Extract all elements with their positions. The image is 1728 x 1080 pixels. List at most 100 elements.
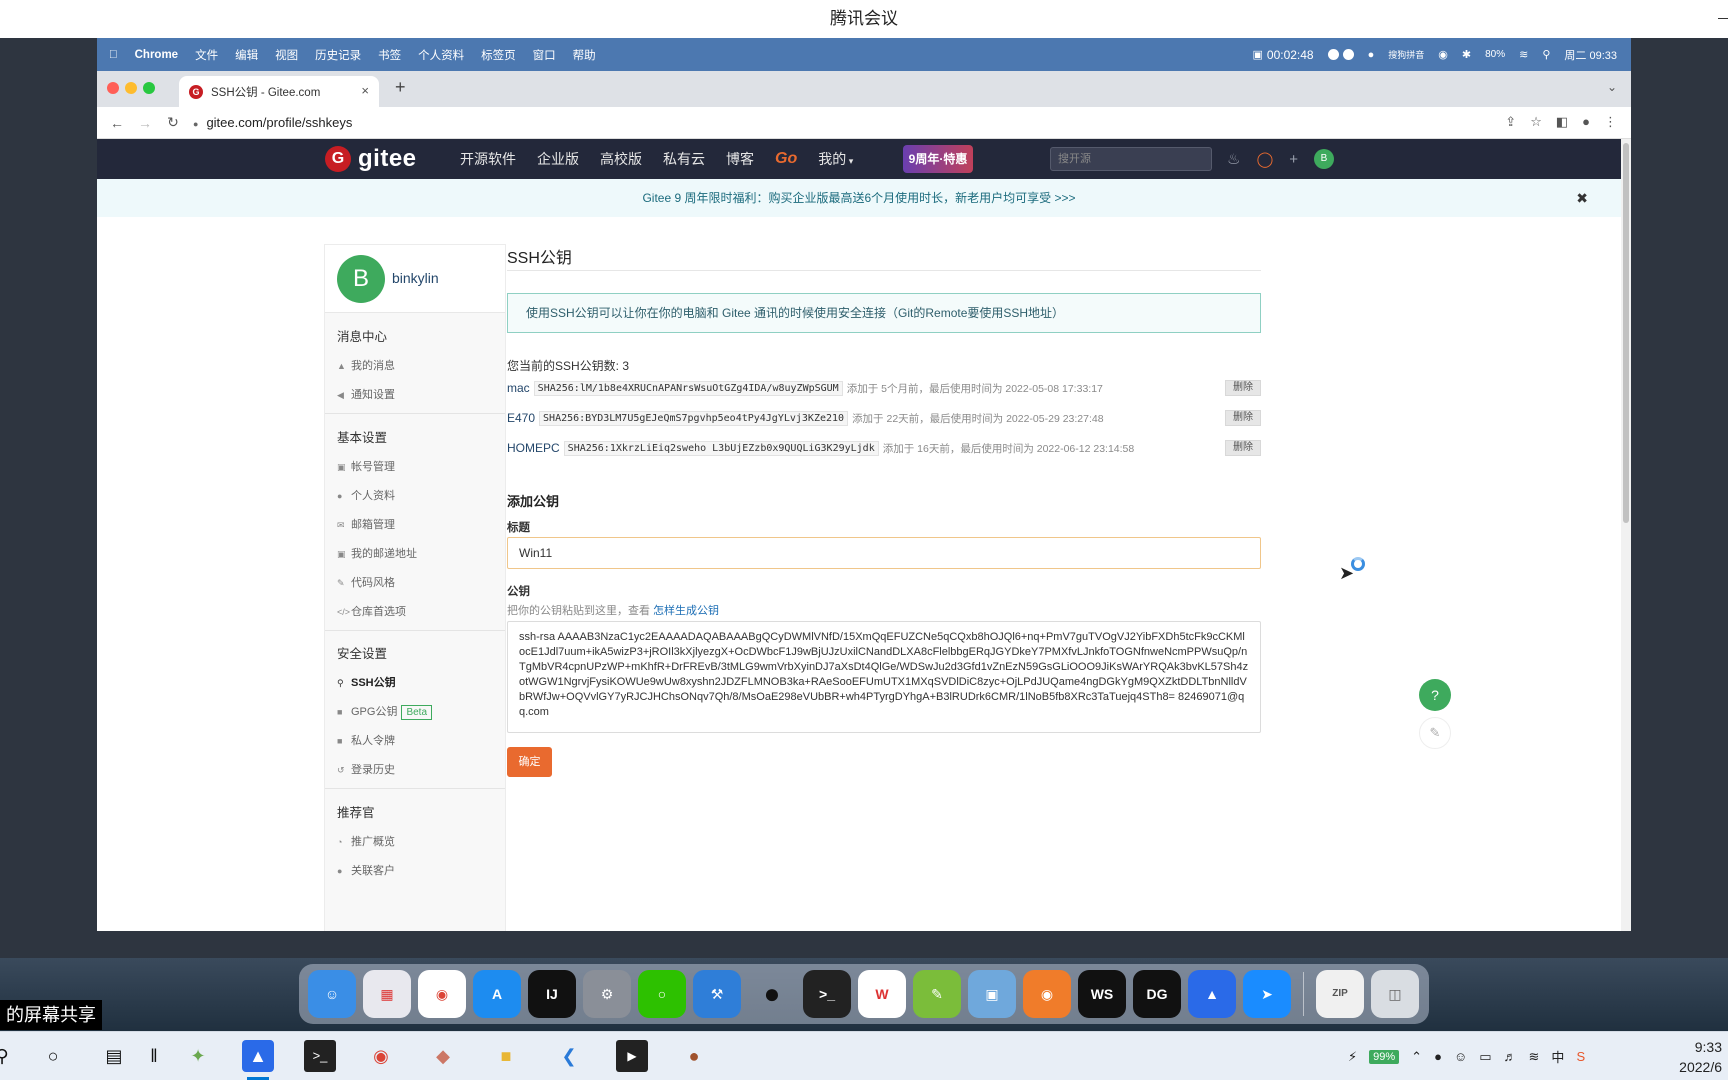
sidebar-item-login-history[interactable]: ↺ 登录历史 — [337, 761, 395, 777]
datagrip-icon[interactable]: DG — [1133, 970, 1181, 1018]
taskbar-app-icon[interactable]: ‖ — [138, 1040, 170, 1072]
sidebar-item-my-messages[interactable]: ▲ 我的消息 — [337, 357, 395, 373]
avatar[interactable]: B — [337, 255, 385, 303]
battery-tray-icon[interactable]: ▭ — [1479, 1049, 1491, 1065]
wps-icon[interactable]: W — [858, 970, 906, 1018]
vscode-icon[interactable]: ❮ — [553, 1040, 585, 1072]
sogou-icon[interactable]: S — [1576, 1049, 1585, 1064]
sidebar-item-code-style[interactable]: ✎ 代码风格 — [337, 574, 395, 590]
page-scrollbar[interactable] — [1621, 139, 1631, 931]
forward-icon[interactable]: → — [137, 115, 153, 131]
bluetooth-icon[interactable]: ✱ — [1462, 48, 1471, 61]
close-notice-icon[interactable]: ✖ — [1576, 179, 1588, 217]
sidebar-item-repo-preferences[interactable]: </>仓库首选项 — [337, 603, 406, 619]
gitee-logo[interactable]: G gitee — [325, 145, 417, 173]
nav-enterprise[interactable]: 企业版 — [537, 149, 579, 169]
webstorm-icon[interactable]: WS — [1078, 970, 1126, 1018]
task-view-icon[interactable]: ▤ — [98, 1040, 130, 1072]
promo-text[interactable]: Gitee 9 周年限时福利：购买企业版最高送6个月使用时长，新老用户均可享受 … — [642, 191, 1075, 205]
reload-icon[interactable]: ↻ — [165, 114, 181, 131]
pause-icon[interactable] — [1327, 49, 1339, 60]
notification-bell-icon[interactable]: ● — [1368, 49, 1375, 61]
help-button[interactable]: ? — [1419, 679, 1451, 711]
app-store-icon[interactable]: A — [473, 970, 521, 1018]
search-input[interactable]: 搜开源 — [1050, 147, 1212, 171]
ime-indicator[interactable]: 中 — [1551, 1047, 1564, 1066]
qq-tray-icon[interactable]: ☺ — [1454, 1049, 1467, 1064]
sidebar-item-profile[interactable]: ● 个人资料 — [337, 487, 395, 503]
chevron-up-icon[interactable]: ⌃ — [1411, 1049, 1422, 1065]
menu-view[interactable]: 视图 — [275, 47, 298, 63]
intellij-icon[interactable]: IJ — [528, 970, 576, 1018]
sidebar-item-notification-settings[interactable]: ◀ 通知设置 — [337, 386, 395, 402]
address-bar[interactable]: ● gitee.com/profile/sshkeys — [193, 115, 352, 130]
taskbar-clock[interactable]: 9:33 2022/6 — [1679, 1037, 1722, 1077]
menu-tabs[interactable]: 标签页 — [481, 47, 516, 63]
menu-file[interactable]: 文件 — [195, 47, 218, 63]
cortana-icon[interactable]: ○ — [37, 1040, 69, 1072]
spotlight-icon[interactable]: ⚲ — [1542, 48, 1550, 61]
menu-history[interactable]: 历史记录 — [315, 47, 361, 63]
git-icon[interactable]: ◆ — [427, 1040, 459, 1072]
key-name[interactable]: mac — [507, 381, 530, 395]
new-tab-button[interactable]: + — [395, 77, 406, 98]
terminal-icon[interactable]: >_ — [803, 970, 851, 1018]
wifi-icon[interactable]: ≋ — [1529, 1049, 1540, 1065]
sidebar-item-gpg-keys[interactable]: ■ GPG公钥 Beta — [337, 703, 433, 720]
minimize-window-button[interactable] — [125, 82, 137, 94]
sketch-icon[interactable]: ✎ — [913, 970, 961, 1018]
nav-open-source[interactable]: 开源软件 — [460, 149, 516, 169]
scrollbar-thumb[interactable] — [1623, 143, 1629, 523]
wechat-icon[interactable]: ○ — [638, 970, 686, 1018]
media-player-icon[interactable]: ▶ — [616, 1040, 648, 1072]
xcode-icon[interactable]: ⚒ — [693, 970, 741, 1018]
back-icon[interactable]: ← — [109, 115, 125, 131]
chrome-icon[interactable]: ◉ — [418, 970, 466, 1018]
feedback-edit-icon[interactable]: ✎ — [1419, 717, 1451, 749]
public-key-textarea[interactable]: ssh-rsa AAAAB3NzaC1yc2EAAAADAQABAAABgQCy… — [507, 621, 1261, 733]
finder-icon[interactable]: ☺ — [308, 970, 356, 1018]
delete-key-button[interactable]: 删除 — [1225, 380, 1261, 396]
share-icon[interactable]: ⇪ — [1505, 114, 1516, 130]
menu-window[interactable]: 窗口 — [533, 47, 556, 63]
volume-icon[interactable]: ♬ — [1504, 1049, 1517, 1064]
sidebar-item-email[interactable]: ✉ 邮箱管理 — [337, 516, 395, 532]
lightbulb-icon[interactable]: ◯ — [1256, 150, 1273, 168]
delete-key-button[interactable]: 删除 — [1225, 440, 1261, 456]
nav-private-cloud[interactable]: 私有云 — [663, 149, 705, 169]
battery-indicator[interactable]: 99% — [1369, 1049, 1400, 1064]
browser-icon[interactable]: ● — [678, 1040, 710, 1072]
key-title-input[interactable]: Win11 — [507, 537, 1261, 569]
bookmark-star-icon[interactable]: ☆ — [1530, 114, 1542, 130]
plus-icon[interactable]: + — [1289, 151, 1298, 168]
sidebar-item-ssh-keys[interactable]: ⚲ SSH公钥 — [337, 674, 396, 690]
preview-icon[interactable]: ▣ — [968, 970, 1016, 1018]
sidebar-item-referral-overview[interactable]: ◔ 推广概览 — [337, 833, 395, 849]
more-menu-icon[interactable]: ⋮ — [1604, 114, 1617, 130]
sidebar-item-account[interactable]: ▣ 帐号管理 — [337, 458, 395, 474]
key-name[interactable]: E470 — [507, 411, 535, 425]
tab-search-icon[interactable]: ⌄ — [1607, 80, 1617, 94]
bell-icon[interactable]: ♨ — [1227, 150, 1240, 168]
close-window-button[interactable] — [107, 82, 119, 94]
trash-icon[interactable]: ◫ — [1371, 970, 1419, 1018]
snipping-tool-icon[interactable]: ✦ — [182, 1040, 214, 1072]
menu-edit[interactable]: 编辑 — [235, 47, 258, 63]
side-panel-icon[interactable]: ◧ — [1556, 114, 1568, 130]
tab-ssh-keys[interactable]: G SSH公钥 - Gitee.com × — [179, 76, 379, 107]
sidebar-item-related-customers[interactable]: ● 关联客户 — [337, 862, 395, 878]
sidebar-item-address[interactable]: ▣ 我的邮递地址 — [337, 545, 417, 561]
close-tab-icon[interactable]: × — [361, 83, 369, 98]
chrome-icon[interactable]: ◉ — [365, 1040, 397, 1072]
search-icon[interactable]: ⚲ — [0, 1040, 18, 1072]
minimize-icon[interactable] — [1718, 18, 1728, 19]
anniversary-badge[interactable]: 9周年·特惠 — [903, 145, 973, 173]
user-avatar[interactable]: B — [1314, 149, 1335, 169]
menu-bookmarks[interactable]: 书签 — [378, 47, 401, 63]
delete-key-button[interactable]: 删除 — [1225, 410, 1261, 426]
menu-chrome[interactable]: Chrome — [135, 49, 178, 61]
how-to-generate-link[interactable]: 怎样生成公钥 — [653, 605, 719, 617]
stop-icon[interactable] — [1342, 49, 1354, 60]
launchpad-icon[interactable]: ▦ — [363, 970, 411, 1018]
nav-blog[interactable]: 博客 — [726, 149, 754, 169]
